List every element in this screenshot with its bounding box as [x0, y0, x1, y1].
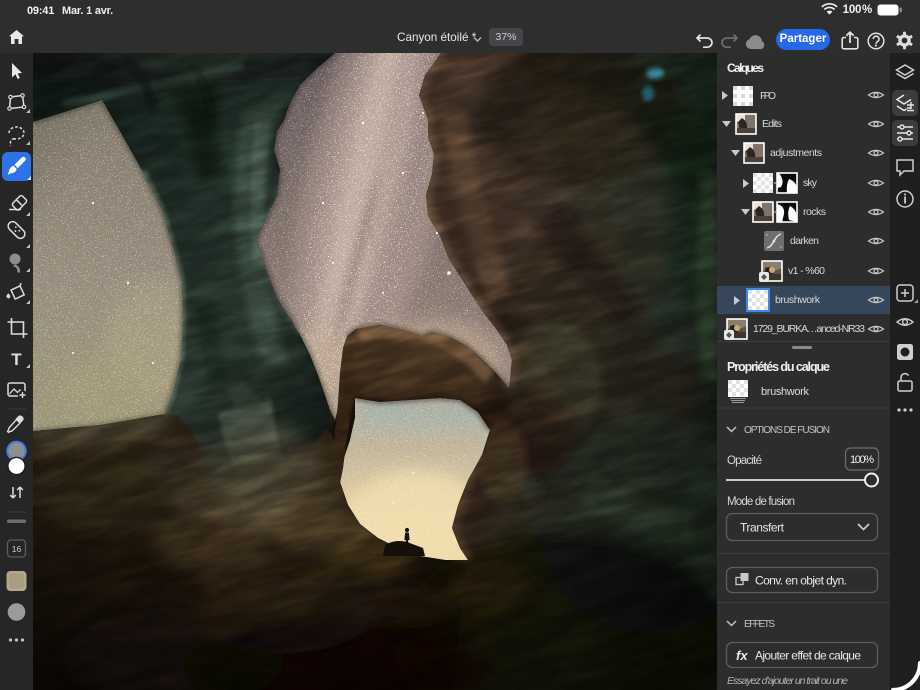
svg-text:v1 - %60: v1 - %60 — [788, 265, 825, 277]
svg-text:Edits: Edits — [762, 118, 782, 130]
svg-text:Propriétés du calque: Propriétés du calque — [727, 360, 830, 374]
svg-text:T: T — [11, 350, 22, 369]
svg-text:Conv. en objet dyn.: Conv. en objet dyn. — [755, 574, 847, 588]
svg-text:Essayez d’ajouter un trait ou: Essayez d’ajouter un trait ou une — [727, 675, 848, 687]
svg-text:rocks: rocks — [803, 206, 826, 218]
svg-text:16: 16 — [12, 544, 22, 554]
svg-text:1729_BURKA…anced-NR33: 1729_BURKA…anced-NR33 — [753, 323, 865, 335]
svg-text:brushwork: brushwork — [761, 386, 810, 398]
svg-text:adjustments: adjustments — [770, 147, 822, 159]
svg-text:darken: darken — [790, 235, 819, 247]
svg-text:fx: fx — [736, 648, 748, 663]
svg-text:100%: 100% — [850, 454, 874, 466]
svg-text:Ajouter effet de calque: Ajouter effet de calque — [755, 649, 861, 663]
svg-text:Mode de fusion: Mode de fusion — [727, 496, 795, 508]
svg-text:Transfert: Transfert — [740, 521, 785, 535]
svg-text:brushwork: brushwork — [775, 294, 821, 306]
svg-text:OPTIONS DE FUSION: OPTIONS DE FUSION — [744, 425, 830, 436]
svg-text:sky: sky — [803, 177, 818, 189]
svg-text:Calques: Calques — [727, 61, 764, 75]
svg-text:EFFETS: EFFETS — [744, 619, 775, 630]
svg-text:Opacité: Opacité — [727, 455, 762, 467]
svg-text:FPO: FPO — [760, 90, 776, 102]
